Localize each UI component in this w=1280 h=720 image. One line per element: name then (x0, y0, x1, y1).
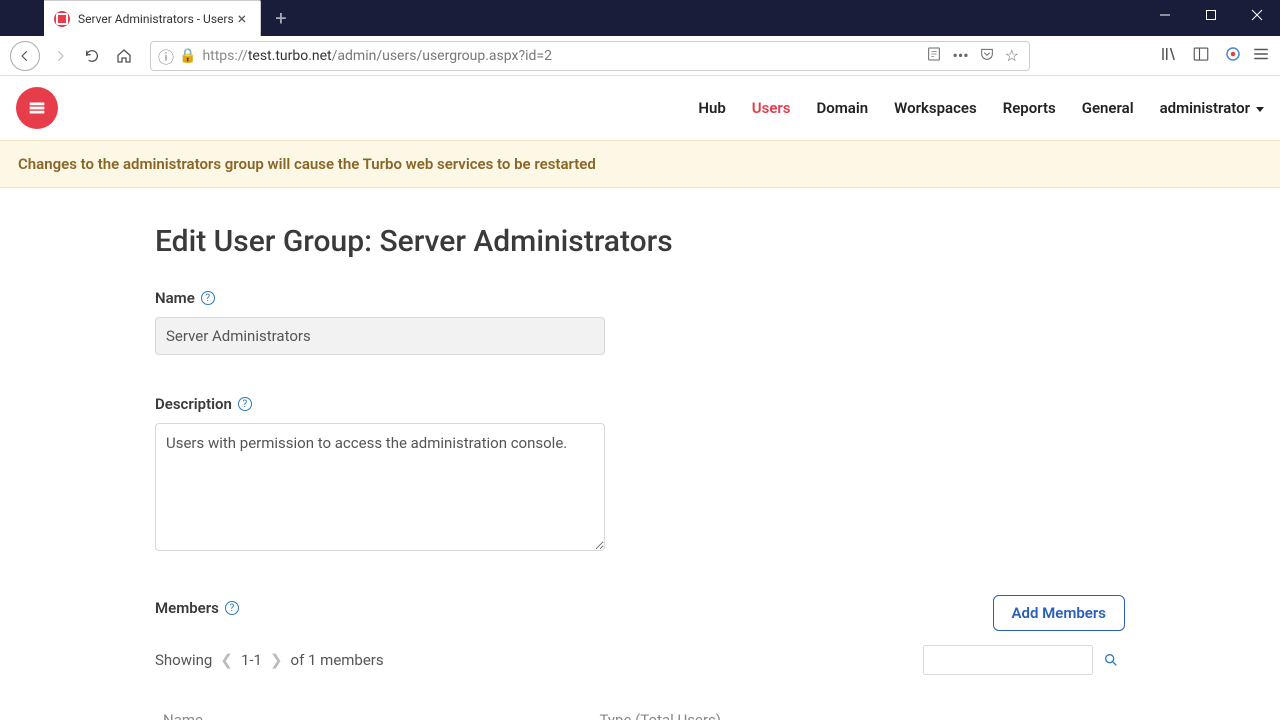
close-button[interactable] (1234, 0, 1280, 30)
main-nav: Hub Users Domain Workspaces Reports General ad… (698, 99, 1264, 117)
help-icon[interactable]: ? (225, 601, 239, 615)
search-button[interactable] (1097, 645, 1125, 675)
hamburger-menu-button[interactable] (1252, 45, 1270, 67)
description-label: Description ? (155, 395, 1125, 413)
page-title: Edit User Group: Server Administrators (155, 224, 1125, 259)
library-icon[interactable] (1160, 45, 1178, 67)
window-titlebar: Server Administrators - Users × + (0, 0, 1280, 36)
new-tab-button[interactable]: + (261, 0, 300, 36)
sidebar-icon[interactable] (1192, 45, 1210, 67)
help-icon[interactable]: ? (238, 397, 252, 411)
home-button[interactable] (108, 40, 140, 72)
add-members-button[interactable]: Add Members (993, 595, 1125, 631)
nav-item-administrator[interactable]: administrator (1160, 99, 1264, 117)
column-type[interactable]: Type (Total Users) (592, 699, 1126, 720)
minimize-button[interactable] (1142, 0, 1188, 30)
nav-item-reports[interactable]: Reports (1003, 99, 1056, 117)
page-content: Hub Users Domain Workspaces Reports General ad… (0, 76, 1280, 720)
page-actions-icon[interactable]: ••• (952, 46, 968, 66)
nav-item-workspaces[interactable]: Workspaces (894, 99, 977, 117)
members-table: Name Type (Total Users) (155, 699, 1125, 720)
nav-item-users[interactable]: Users (752, 99, 791, 117)
members-search-input[interactable] (923, 645, 1093, 675)
url-text: https://test.turbo.net/admin/users/userg… (202, 48, 920, 64)
browser-tab[interactable]: Server Administrators - Users × (44, 0, 261, 36)
name-label: Name ? (155, 289, 1125, 307)
tab-title: Server Administrators - Users (78, 12, 234, 26)
address-bar: ⓘ 🔒 https://test.turbo.net/admin/users/u… (0, 36, 1280, 76)
page-next-button[interactable]: ❯ (270, 651, 283, 669)
maximize-button[interactable] (1188, 0, 1234, 30)
forward-button[interactable] (44, 40, 76, 72)
help-icon[interactable]: ? (201, 291, 215, 305)
app-header: Hub Users Domain Workspaces Reports General ad… (0, 76, 1280, 140)
app-logo[interactable] (16, 87, 58, 129)
description-textarea[interactable]: Users with permission to access the admi… (155, 423, 605, 551)
tab-favicon-icon (54, 11, 70, 27)
site-info-icon[interactable]: ⓘ (157, 47, 175, 65)
nav-item-hub[interactable]: Hub (698, 99, 725, 117)
lock-icon: 🔒 (179, 48, 196, 64)
tab-close-button[interactable]: × (234, 9, 251, 28)
pocket-icon[interactable] (979, 46, 995, 66)
warning-banner: Changes to the administrators group will… (0, 140, 1280, 188)
name-input[interactable] (155, 317, 605, 355)
page-prev-button[interactable]: ❮ (220, 651, 233, 669)
column-name[interactable]: Name (155, 699, 592, 720)
members-label: Members ? (155, 599, 239, 617)
nav-item-general[interactable]: General (1082, 99, 1134, 117)
url-bar[interactable]: ⓘ 🔒 https://test.turbo.net/admin/users/u… (150, 41, 1030, 71)
nav-item-domain[interactable]: Domain (817, 99, 869, 117)
bookmark-icon[interactable]: ☆ (1005, 46, 1019, 66)
back-button[interactable] (10, 41, 40, 71)
reader-icon[interactable] (926, 46, 942, 66)
window-controls (1142, 0, 1280, 30)
reload-button[interactable] (76, 40, 108, 72)
pagination: Showing ❮ 1-1 ❯ of 1 members (155, 651, 384, 669)
extension-icon[interactable] (1224, 45, 1242, 67)
